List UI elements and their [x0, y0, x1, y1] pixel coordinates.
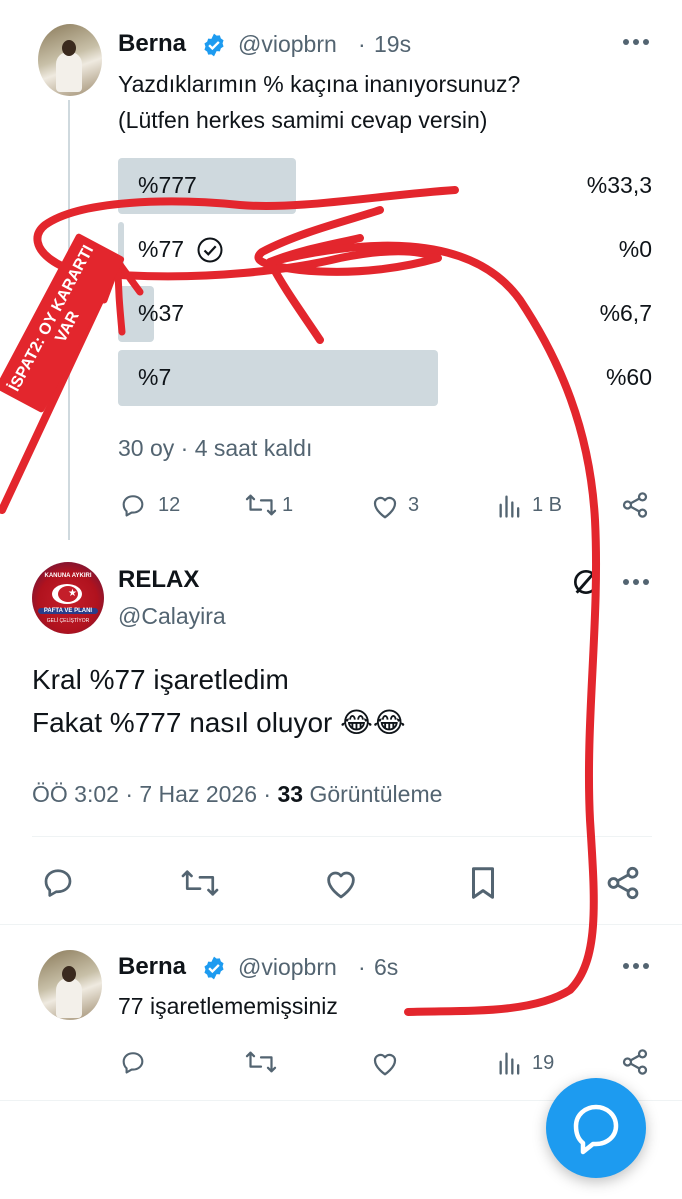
- divider: [0, 924, 682, 925]
- check-circle-icon: [196, 236, 224, 264]
- poll-option-label: %77: [138, 236, 185, 262]
- avatar[interactable]: KANUNA AYKIRI ★ PAFTA VE PLANI GELİ ÇELİ…: [32, 562, 104, 634]
- poll-option-label: %777: [138, 172, 197, 198]
- author-name[interactable]: RELAX: [118, 566, 199, 594]
- tweet-time[interactable]: 6s: [374, 954, 398, 981]
- retweet-icon[interactable]: [244, 491, 278, 519]
- reply-icon[interactable]: [118, 491, 148, 519]
- views-icon[interactable]: [496, 1049, 524, 1077]
- share-icon[interactable]: [620, 490, 650, 520]
- tweet-timestamp[interactable]: ÖÖ 3:02 · 7 Haz 2026 ·: [32, 781, 277, 807]
- avatar-text-top: KANUNA AYKIRI: [44, 573, 92, 579]
- poll-meta: 30 oy · 4 saat kaldı: [118, 435, 313, 461]
- avatar-text-bottom: GELİ ÇELİŞTİYOR: [46, 618, 90, 624]
- views-icon[interactable]: [496, 492, 524, 520]
- retweet-icon[interactable]: [244, 1048, 278, 1076]
- poll-option-percent: %6,7: [599, 300, 652, 326]
- avatar-text-middle: PAFTA VE PLANI: [38, 608, 98, 614]
- annotation-label: İSPAT2: OY KARARTI VAR: [0, 232, 126, 414]
- poll-option-percent: %33,3: [586, 172, 652, 198]
- verified-badge-icon: [201, 32, 227, 58]
- dot-separator: ·: [358, 31, 366, 57]
- bookmark-icon[interactable]: [466, 864, 500, 902]
- like-count: 3: [408, 494, 420, 516]
- retweet-icon[interactable]: [180, 866, 220, 900]
- tweet-timestamp-row: ÖÖ 3:02 · 7 Haz 2026 · 33 Görüntüleme: [32, 778, 442, 810]
- poll-option-percent: %0: [618, 236, 652, 262]
- like-icon[interactable]: [370, 1049, 400, 1077]
- author-name[interactable]: Berna: [118, 30, 186, 58]
- share-icon[interactable]: [620, 1047, 650, 1077]
- views-count: 33: [277, 781, 304, 807]
- dot-separator: ·: [358, 954, 366, 980]
- author-name[interactable]: Berna: [118, 953, 186, 981]
- poll-option-percent: %60: [605, 364, 652, 390]
- tweet-time[interactable]: 19s: [374, 31, 411, 58]
- tweet-text: 77 işaretlememişsiniz: [118, 993, 338, 1019]
- reply-icon: [573, 1104, 619, 1155]
- more-icon[interactable]: [622, 38, 650, 46]
- more-icon[interactable]: [622, 962, 650, 970]
- reply-icon[interactable]: [40, 864, 76, 900]
- like-icon[interactable]: [370, 492, 400, 520]
- avatar[interactable]: [38, 950, 102, 1020]
- avatar[interactable]: [38, 24, 102, 96]
- share-icon[interactable]: [604, 864, 642, 902]
- tweet-text-line-2: Fakat %777 nasıl oluyor 😂😂: [32, 707, 406, 738]
- poll-option-label: %7: [138, 364, 172, 390]
- annotation-label-box: İSPAT2: OY KARARTI VAR: [0, 232, 126, 414]
- reply-icon[interactable]: [118, 1048, 148, 1076]
- author-handle[interactable]: @viopbrn: [238, 31, 337, 58]
- author-handle[interactable]: @viopbrn: [238, 954, 337, 981]
- grok-icon[interactable]: [570, 566, 602, 598]
- author-handle[interactable]: @Calayira: [118, 603, 226, 630]
- reply-count: 12: [158, 494, 181, 516]
- like-icon[interactable]: [322, 866, 360, 900]
- divider: [32, 836, 652, 837]
- tweet-text-line-1: Yazdıklarımın % kaçına inanıyorsunuz?: [118, 71, 521, 97]
- views-label[interactable]: Görüntüleme: [309, 781, 442, 807]
- views-count: 1 B: [532, 494, 563, 516]
- poll-option-label: %37: [138, 300, 185, 326]
- more-icon[interactable]: [622, 578, 650, 586]
- retweet-count: 1: [282, 494, 294, 516]
- views-count: 19: [532, 1052, 555, 1074]
- compose-fab[interactable]: [546, 1078, 646, 1178]
- tweet-text-line-2: (Lütfen herkes samimi cevap versin): [118, 107, 488, 133]
- verified-badge-icon: [201, 955, 227, 981]
- tweet-text-line-1: Kral %77 işaretledim: [32, 664, 289, 695]
